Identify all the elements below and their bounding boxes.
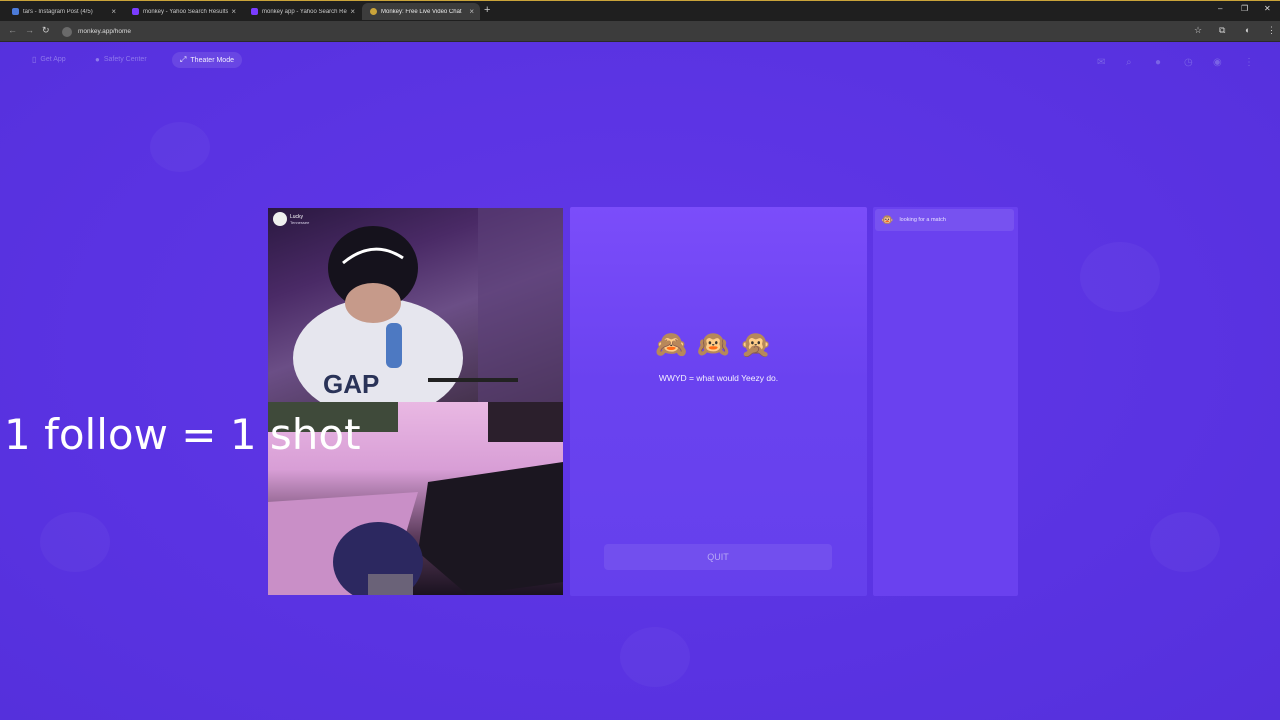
chat-tagline: WWYD = what would Yeezy do. (658, 373, 779, 383)
browser-tab[interactable]: monkey app - Yahoo Search Results × (243, 3, 361, 20)
browser-tab[interactable]: monkey - Yahoo Search Results × (124, 3, 242, 20)
match-status-panel: 🐵 looking for a match (873, 207, 1018, 596)
expand-icon: ⤢ (180, 55, 187, 64)
partner-location: Tennessee (290, 219, 310, 225)
extensions-icon[interactable]: ⧉ (1219, 25, 1225, 36)
phone-icon: ▯ (32, 55, 37, 64)
close-icon[interactable]: × (350, 7, 355, 16)
close-icon[interactable]: × (111, 7, 116, 16)
profile-icon[interactable]: ◐ (1245, 25, 1250, 35)
get-app-label: Get App (40, 56, 66, 63)
stream-overlay-caption: 1 follow = 1 shot (4, 410, 361, 459)
shield-icon: ● (95, 55, 100, 64)
monkey-favicon-icon (370, 8, 377, 15)
partner-user-tag[interactable]: Lucky Tennessee (273, 212, 309, 226)
avatar (273, 212, 287, 226)
yahoo-favicon-icon (132, 8, 139, 15)
mail-icon[interactable]: ✉ (1097, 57, 1105, 68)
theater-mode-button[interactable]: ⤢ Theater Mode (172, 52, 242, 68)
browser-tab-active[interactable]: Monkey: Free Live Video Chat × (362, 3, 480, 20)
restore-icon[interactable]: ❐ (1241, 4, 1248, 13)
tab-label: monkey app - Yahoo Search Results (262, 8, 347, 15)
see-hear-speak-no-evil-monkeys-icon: 🙈🙉🙊 (654, 329, 783, 359)
notification-icon[interactable]: ◉ (1213, 57, 1222, 68)
menu-kebab-icon[interactable]: ⋮ (1267, 25, 1276, 36)
more-icon[interactable]: ⋮ (1244, 57, 1254, 68)
video-chat-panel: GAP Lucky Tennessee 🙈🙉🙊 WWYD = what woul… (265, 207, 1020, 600)
forward-icon[interactable]: → (25, 25, 34, 35)
monkey-icon: 🐵 (881, 214, 894, 226)
background-decoration (1080, 242, 1160, 312)
search-icon[interactable]: ⌕ (1126, 57, 1132, 68)
browser-tab[interactable]: tars - Instagram Post (4/5) × (4, 3, 122, 20)
close-icon[interactable]: × (469, 7, 474, 16)
back-icon[interactable]: ← (8, 25, 17, 35)
browser-tabbar: tars - Instagram Post (4/5) × monkey - Y… (0, 0, 1280, 21)
monkey-page: ▯ Get App ● Safety Center ⤢ Theater Mode… (0, 42, 1280, 720)
get-app-link[interactable]: ▯ Get App (32, 55, 66, 64)
tab-label: tars - Instagram Post (4/5) (23, 8, 93, 15)
partner-video-frame: GAP (293, 208, 563, 402)
reload-icon[interactable]: ↻ (42, 25, 50, 36)
close-icon[interactable]: × (231, 7, 236, 16)
bookmark-star-icon[interactable]: ☆ (1194, 25, 1202, 36)
safety-center-label: Safety Center (103, 56, 147, 63)
match-status-pill: 🐵 looking for a match (875, 209, 1014, 231)
theater-mode-label: Theater Mode (190, 56, 234, 64)
minimize-icon[interactable]: – (1218, 4, 1222, 13)
match-status-text: looking for a match (899, 217, 946, 223)
tab-label: Monkey: Free Live Video Chat (381, 8, 462, 15)
coin-icon[interactable]: ● (1155, 57, 1161, 68)
url-text: monkey.app/home (78, 28, 131, 35)
partner-video: GAP Lucky Tennessee (268, 208, 563, 402)
window-close-icon[interactable]: ✕ (1264, 4, 1271, 13)
instagram-favicon-icon (12, 8, 19, 15)
address-bar: ← → ↻ monkey.app/home ☆ ⧉ ◐ ⋮ (0, 21, 1280, 42)
background-decoration (1150, 512, 1220, 572)
url-field[interactable]: monkey.app/home (58, 24, 1208, 39)
tab-label: monkey - Yahoo Search Results (143, 8, 229, 15)
quit-button[interactable]: QUIT (604, 544, 832, 570)
svg-text:GAP: GAP (323, 369, 379, 399)
chat-area: 🙈🙉🙊 WWYD = what would Yeezy do. ┼ QUIT (570, 207, 918, 596)
new-tab-icon[interactable]: + (484, 4, 490, 16)
site-info-icon[interactable] (62, 26, 72, 37)
safety-center-link[interactable]: ● Safety Center (95, 55, 147, 64)
background-decoration (150, 122, 210, 172)
background-decoration (40, 512, 110, 572)
background-decoration (620, 627, 690, 687)
yahoo-favicon-icon (251, 8, 258, 15)
history-icon[interactable]: ◷ (1184, 57, 1193, 68)
